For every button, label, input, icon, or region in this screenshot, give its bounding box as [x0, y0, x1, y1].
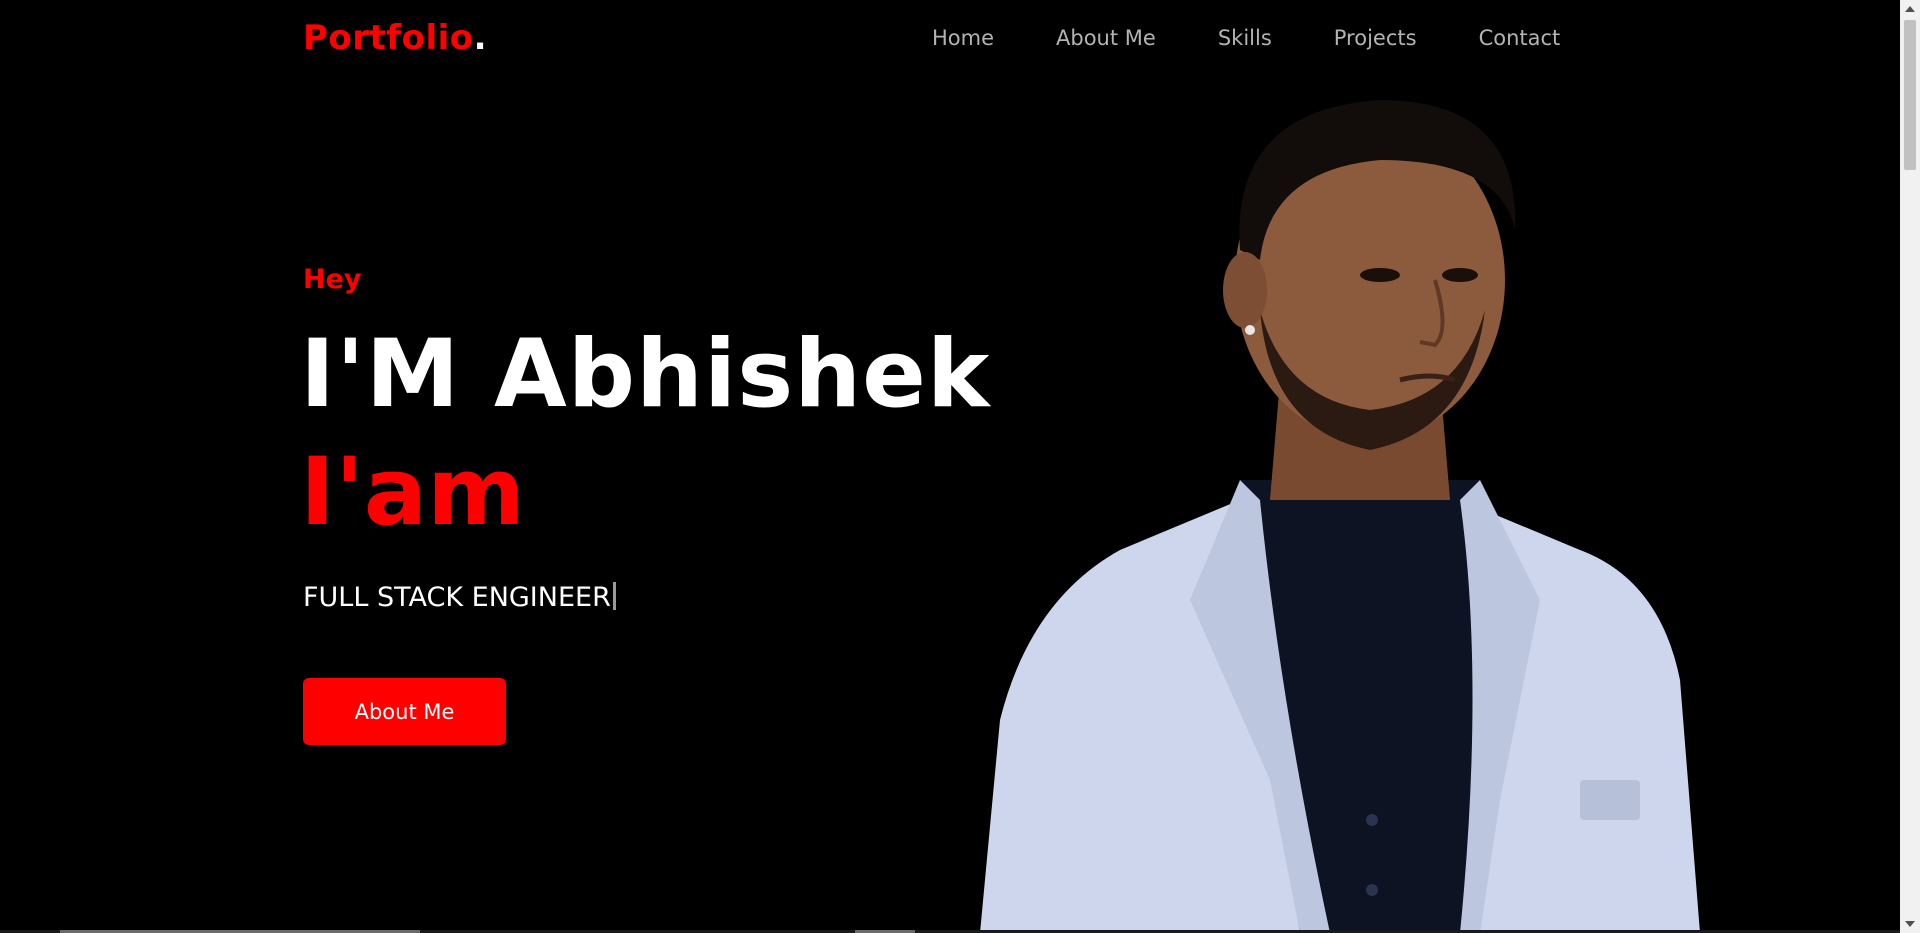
hero-role-text: FULL STACK ENGINEER: [303, 582, 611, 613]
nav-home[interactable]: Home: [932, 26, 994, 50]
nav-skills[interactable]: Skills: [1218, 26, 1272, 50]
hero-name: I'M Abhishek: [300, 320, 991, 429]
page: Portfolio. Home About Me Skills Projects…: [0, 0, 1920, 933]
main-nav: Home About Me Skills Projects Contact: [932, 26, 1560, 50]
brand-logo[interactable]: Portfolio.: [303, 18, 487, 58]
brand-dot: .: [473, 18, 488, 58]
hero-greeting: Hey: [303, 264, 362, 295]
scroll-thumb[interactable]: [1904, 20, 1916, 170]
scroll-down-icon[interactable]: [1905, 921, 1915, 927]
nav-contact[interactable]: Contact: [1479, 26, 1561, 50]
brand-text: Portfolio: [303, 18, 474, 58]
hero-iam: I'am: [300, 438, 526, 547]
nav-projects[interactable]: Projects: [1334, 26, 1417, 50]
nav-about-me[interactable]: About Me: [1056, 26, 1156, 50]
typing-cursor: [612, 582, 616, 610]
scroll-up-icon[interactable]: [1905, 6, 1915, 12]
vertical-scrollbar[interactable]: [1900, 0, 1920, 933]
about-me-button[interactable]: About Me: [303, 678, 506, 745]
profile-photo: [980, 100, 1700, 933]
hero-role: FULL STACK ENGINEER: [303, 582, 616, 613]
